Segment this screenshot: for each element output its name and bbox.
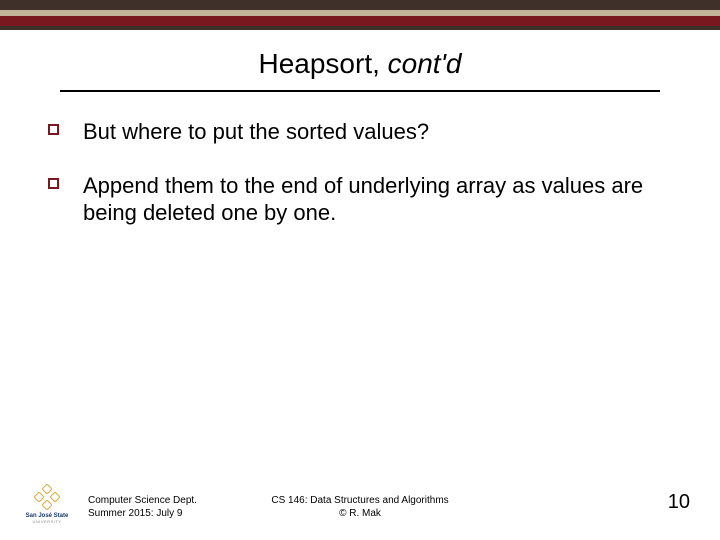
title-main: Heapsort, bbox=[258, 48, 387, 79]
footer-left-line1: Computer Science Dept. bbox=[88, 494, 197, 507]
footer-center: CS 146: Data Structures and Algorithms ©… bbox=[271, 494, 448, 520]
title-italic: cont'd bbox=[388, 48, 462, 79]
page-number: 10 bbox=[668, 491, 690, 514]
footer: San José State UNIVERSITY Computer Scien… bbox=[0, 476, 720, 526]
footer-center-line1: CS 146: Data Structures and Algorithms bbox=[271, 494, 448, 507]
title-wrap: Heapsort, cont'd bbox=[0, 48, 720, 92]
university-logo: San José State UNIVERSITY bbox=[24, 487, 70, 524]
footer-center-line2: © R. Mak bbox=[271, 507, 448, 520]
bullet-marker-icon bbox=[48, 124, 59, 135]
logo-icon bbox=[35, 487, 59, 511]
slide: Heapsort, cont'd But where to put the so… bbox=[0, 0, 720, 540]
bullet-marker-icon bbox=[48, 178, 59, 189]
bar-dark bbox=[0, 0, 720, 10]
bullet-item: Append them to the end of underlying arr… bbox=[48, 172, 672, 227]
content-area: But where to put the sorted values? Appe… bbox=[48, 118, 672, 227]
bar-dark-thin bbox=[0, 26, 720, 30]
title-underline bbox=[60, 90, 660, 92]
bullet-item: But where to put the sorted values? bbox=[48, 118, 672, 146]
bullet-text: But where to put the sorted values? bbox=[83, 118, 429, 146]
decorative-top-bars bbox=[0, 0, 720, 30]
bullet-text: Append them to the end of underlying arr… bbox=[83, 172, 672, 227]
slide-title: Heapsort, cont'd bbox=[252, 48, 467, 86]
logo-subtext: UNIVERSITY bbox=[24, 519, 70, 524]
bar-maroon bbox=[0, 16, 720, 26]
footer-left: Computer Science Dept. Summer 2015: July… bbox=[88, 494, 197, 520]
footer-left-line2: Summer 2015: July 9 bbox=[88, 507, 197, 520]
